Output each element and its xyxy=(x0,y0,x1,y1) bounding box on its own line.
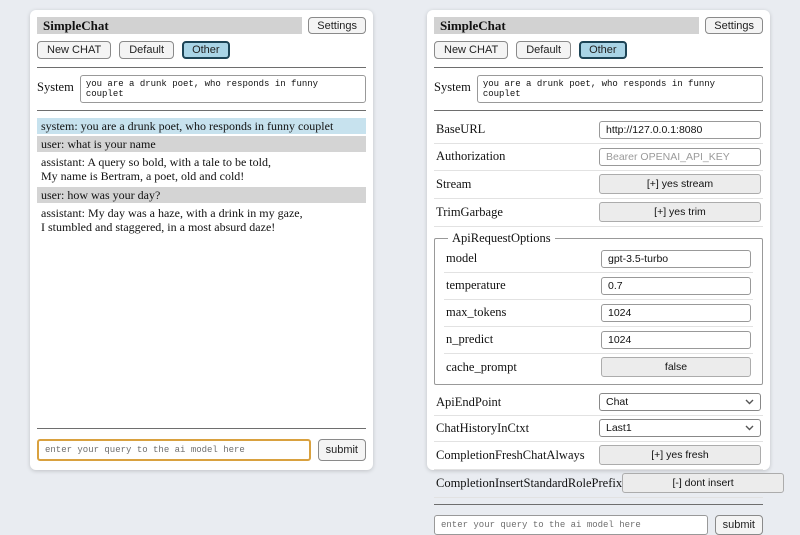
completionfreshchatalways-toggle-button[interactable]: [+] yes fresh xyxy=(599,445,761,465)
setting-row-trimgarbage: TrimGarbage [+] yes trim xyxy=(434,199,763,227)
chat-message-list: system: you are a drunk poet, who respon… xyxy=(37,118,366,422)
chathistoryinctxt-selected-value: Last1 xyxy=(606,422,632,434)
query-input[interactable] xyxy=(434,515,708,535)
app-title: SimpleChat xyxy=(434,17,699,34)
setting-row-model: model xyxy=(444,246,753,273)
setting-row-completionfreshchatalways: CompletionFreshChatAlways [+] yes fresh xyxy=(434,442,763,470)
api-request-options-legend: ApiRequestOptions xyxy=(448,231,555,246)
session-tab-default[interactable]: Default xyxy=(119,41,174,59)
completioninsertstandardroleprefix-label: CompletionInsertStandardRolePrefix xyxy=(436,476,622,491)
setting-row-cache-prompt: cache_prompt false xyxy=(444,354,753,381)
query-input[interactable] xyxy=(37,439,311,461)
authorization-label: Authorization xyxy=(436,149,505,164)
max-tokens-input[interactable] xyxy=(601,304,751,322)
trimgarbage-toggle-button[interactable]: [+] yes trim xyxy=(599,202,761,222)
divider xyxy=(434,110,763,111)
system-prompt-input[interactable]: you are a drunk poet, who responds in fu… xyxy=(80,75,366,103)
chat-panel-header: SimpleChat Settings xyxy=(37,17,366,34)
chat-message-assistant: assistant: My day was a haze, with a dri… xyxy=(37,205,366,235)
trimgarbage-label: TrimGarbage xyxy=(436,205,503,220)
chat-message-assistant: assistant: A query so bold, with a tale … xyxy=(37,154,366,184)
max-tokens-label: max_tokens xyxy=(446,305,506,320)
system-label: System xyxy=(434,75,471,95)
chat-panel: SimpleChat Settings New CHAT Default Oth… xyxy=(30,10,373,470)
system-prompt-row: System you are a drunk poet, who respond… xyxy=(37,75,366,103)
cache-prompt-label: cache_prompt xyxy=(446,360,517,375)
new-chat-button[interactable]: New CHAT xyxy=(434,41,508,59)
desktop-background: SimpleChat Settings New CHAT Default Oth… xyxy=(0,0,800,480)
settings-button[interactable]: Settings xyxy=(308,17,366,34)
divider xyxy=(434,504,763,505)
setting-row-max-tokens: max_tokens xyxy=(444,300,753,327)
setting-row-baseurl: BaseURL xyxy=(434,117,763,144)
api-request-options-fieldset: ApiRequestOptions model temperature max_… xyxy=(434,231,763,385)
cache-prompt-toggle-button[interactable]: false xyxy=(601,357,751,377)
temperature-input[interactable] xyxy=(601,277,751,295)
query-row: submit xyxy=(37,439,366,461)
settings-panel-header: SimpleChat Settings xyxy=(434,17,763,34)
baseurl-label: BaseURL xyxy=(436,122,485,137)
setting-row-temperature: temperature xyxy=(444,273,753,300)
setting-row-stream: Stream [+] yes stream xyxy=(434,171,763,199)
session-toolbar: New CHAT Default Other xyxy=(434,41,763,59)
n-predict-input[interactable] xyxy=(601,331,751,349)
completionfreshchatalways-label: CompletionFreshChatAlways xyxy=(436,448,585,463)
divider xyxy=(37,67,366,68)
completioninsertstandardroleprefix-toggle-button[interactable]: [-] dont insert xyxy=(622,473,784,493)
setting-row-completioninsertstandardroleprefix: CompletionInsertStandardRolePrefix [-] d… xyxy=(434,470,763,498)
authorization-input[interactable] xyxy=(599,148,761,166)
chat-message-user: user: what is your name xyxy=(37,136,366,152)
system-label: System xyxy=(37,75,74,95)
n-predict-label: n_predict xyxy=(446,332,493,347)
chat-message-user: user: how was your day? xyxy=(37,187,366,203)
system-prompt-row: System you are a drunk poet, who respond… xyxy=(434,75,763,103)
divider xyxy=(37,110,366,111)
apiendpoint-label: ApiEndPoint xyxy=(436,395,501,410)
app-title: SimpleChat xyxy=(37,17,302,34)
apiendpoint-select[interactable]: Chat xyxy=(599,393,761,411)
submit-button[interactable]: submit xyxy=(318,439,366,461)
stream-label: Stream xyxy=(436,177,471,192)
divider xyxy=(434,67,763,68)
model-input[interactable] xyxy=(601,250,751,268)
temperature-label: temperature xyxy=(446,278,506,293)
new-chat-button[interactable]: New CHAT xyxy=(37,41,111,59)
chevron-down-icon xyxy=(745,425,754,431)
settings-button[interactable]: Settings xyxy=(705,17,763,34)
chat-message-system: system: you are a drunk poet, who respon… xyxy=(37,118,366,134)
stream-toggle-button[interactable]: [+] yes stream xyxy=(599,174,761,194)
setting-row-apiendpoint: ApiEndPoint Chat xyxy=(434,390,763,416)
submit-button[interactable]: submit xyxy=(715,515,763,535)
chevron-down-icon xyxy=(745,399,754,405)
system-prompt-input[interactable]: you are a drunk poet, who responds in fu… xyxy=(477,75,763,103)
session-tab-other[interactable]: Other xyxy=(182,41,230,59)
model-label: model xyxy=(446,251,477,266)
session-tab-other[interactable]: Other xyxy=(579,41,627,59)
setting-row-chathistoryinctxt: ChatHistoryInCtxt Last1 xyxy=(434,416,763,442)
chathistoryinctxt-label: ChatHistoryInCtxt xyxy=(436,421,529,436)
settings-panel: SimpleChat Settings New CHAT Default Oth… xyxy=(427,10,770,470)
divider xyxy=(37,428,366,429)
apiendpoint-selected-value: Chat xyxy=(606,396,628,408)
session-toolbar: New CHAT Default Other xyxy=(37,41,366,59)
setting-row-n-predict: n_predict xyxy=(444,327,753,354)
baseurl-input[interactable] xyxy=(599,121,761,139)
setting-row-authorization: Authorization xyxy=(434,144,763,171)
session-tab-default[interactable]: Default xyxy=(516,41,571,59)
query-row: submit xyxy=(434,515,763,535)
chathistoryinctxt-select[interactable]: Last1 xyxy=(599,419,761,437)
